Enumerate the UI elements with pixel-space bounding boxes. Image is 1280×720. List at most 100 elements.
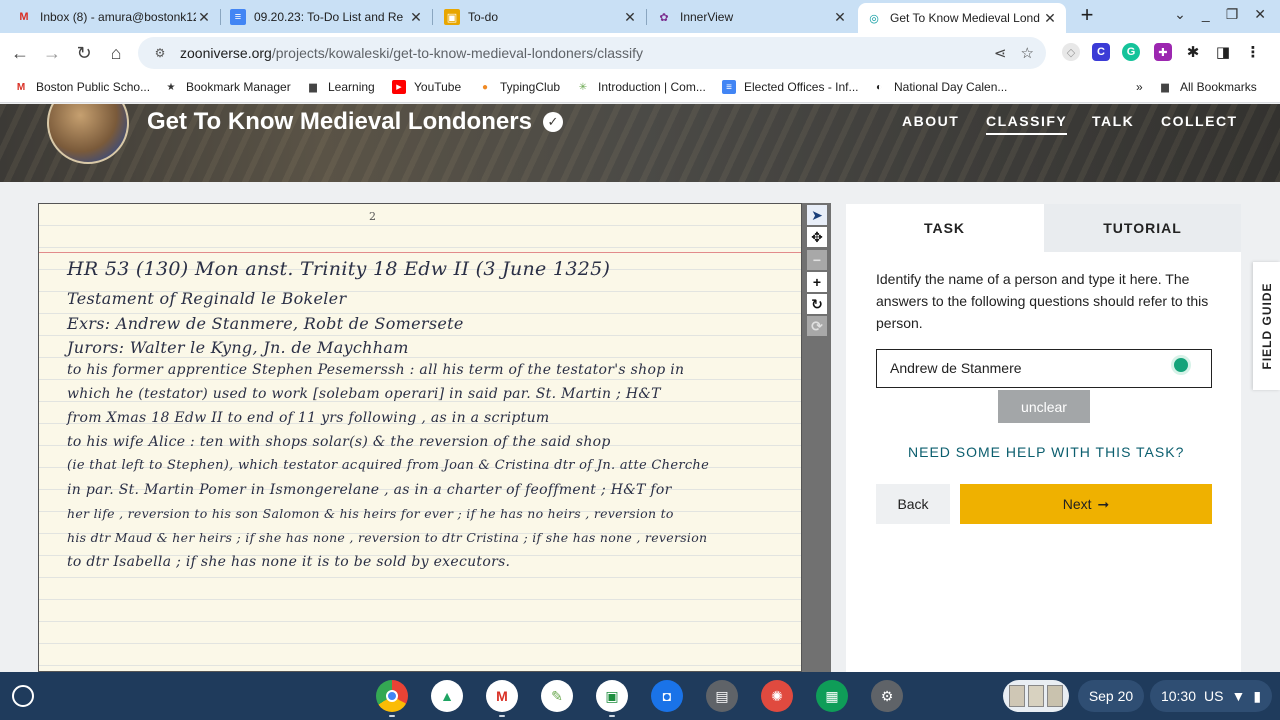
close-icon[interactable]: ✕ <box>196 9 212 25</box>
tab-search-icon[interactable]: ⌄ <box>1174 6 1186 23</box>
next-button[interactable]: Next ➞ <box>960 484 1212 524</box>
menu-icon[interactable]: ⋮ <box>1244 43 1262 61</box>
camera-icon[interactable]: ◘ <box>651 680 683 712</box>
share-icon[interactable]: ⋖ <box>994 44 1007 62</box>
tab-innerview[interactable]: ✿ InnerView ✕ <box>648 3 856 31</box>
answer-textarea[interactable]: Andrew de Stanmere <box>876 349 1212 388</box>
tab-label: 09.20.23: To-Do List and Re <box>254 10 404 24</box>
launcher-icon[interactable] <box>12 685 34 707</box>
close-icon[interactable]: ✕ <box>832 9 848 25</box>
home-icon[interactable]: ⌂ <box>104 41 128 65</box>
zoom-in-icon[interactable]: + <box>807 272 827 292</box>
holding-space-icon[interactable] <box>1003 680 1069 712</box>
extension-mx-icon[interactable]: ✚ <box>1154 43 1172 61</box>
docs-icon: ≡ <box>722 80 736 94</box>
tab-label: Get To Know Medieval Lond <box>890 11 1040 25</box>
move-icon[interactable]: ✥ <box>807 227 827 247</box>
tab-label: To-do <box>468 10 499 24</box>
project-title[interactable]: Get To Know Medieval Londoners <box>147 108 532 136</box>
bookmarks-overflow[interactable]: » <box>1136 80 1143 94</box>
tab-strip: M Inbox (8) - amura@bostonk12 ✕ ≡ 09.20.… <box>0 0 1280 33</box>
new-tab-button[interactable]: + <box>1076 4 1098 27</box>
gmail-icon[interactable]: M <box>486 680 518 712</box>
forward-arrow-icon[interactable]: → <box>40 41 64 65</box>
nav-classify[interactable]: CLASSIFY <box>986 113 1068 135</box>
bookmark-elected-offices[interactable]: ≡ Elected Offices - Inf... <box>722 80 859 94</box>
status-tray[interactable]: 10:30 US ▼ ▮ <box>1150 680 1272 712</box>
close-icon[interactable]: ✕ <box>1042 10 1058 26</box>
tab-gmail[interactable]: M Inbox (8) - amura@bostonk12 ✕ <box>8 3 221 31</box>
subject-image[interactable]: 2 HR 53 (130) Mon anst. Trinity 18 Edw I… <box>38 203 802 672</box>
reset-icon[interactable]: ⟳ <box>807 316 827 336</box>
zoom-out-icon[interactable]: − <box>807 250 827 270</box>
docs-icon: ≡ <box>230 9 246 25</box>
classroom-icon[interactable]: ▣ <box>596 680 628 712</box>
transcript-line: Exrs: Andrew de Stanmere, Robt de Somers… <box>67 314 464 333</box>
task-tabs: TASK TUTORIAL <box>846 204 1241 252</box>
chrome-icon[interactable] <box>376 680 408 712</box>
back-button[interactable]: Back <box>876 484 950 524</box>
folder-icon: ▆ <box>1161 81 1169 93</box>
palette-icon[interactable]: ✺ <box>761 680 793 712</box>
close-window-icon[interactable]: ✕ <box>1254 6 1266 23</box>
help-link[interactable]: NEED SOME HELP WITH THIS TASK? <box>908 444 1184 460</box>
transcript-line: to his former apprentice Stephen Pesemer… <box>67 362 685 378</box>
address-bar[interactable]: ⚙ zooniverse.org/projects/kowaleski/get-… <box>138 37 1046 69</box>
site-info-icon[interactable]: ⚙ <box>152 45 168 61</box>
field-guide-tab[interactable]: FIELD GUIDE <box>1253 262 1280 390</box>
bookmark-boston-public-schools[interactable]: M Boston Public Scho... <box>14 80 150 94</box>
side-panel-icon[interactable]: ◨ <box>1214 43 1232 61</box>
pointer-icon[interactable]: ➤ <box>807 205 827 225</box>
transcript-line: her life , reversion to his son Salomon … <box>67 506 674 521</box>
unclear-button[interactable]: unclear <box>998 390 1090 423</box>
bookmark-youtube[interactable]: ▶ YouTube <box>392 80 461 94</box>
nav-collect[interactable]: COLLECT <box>1161 113 1238 129</box>
transcript-line: in par. St. Martin Pomer in Ismongerelan… <box>67 482 672 498</box>
bookmark-manager[interactable]: ★ Bookmark Manager <box>164 80 291 94</box>
gmail-icon: M <box>19 11 29 23</box>
innerview-icon: ✿ <box>659 11 669 24</box>
folder-icon: ▆ <box>309 81 317 93</box>
close-icon[interactable]: ✕ <box>622 9 638 25</box>
tab-todo[interactable]: ▣ To-do ✕ <box>436 3 647 31</box>
kami-icon[interactable]: ✎ <box>541 680 573 712</box>
task-instruction: Identify the name of a person and type i… <box>876 271 1209 331</box>
back-arrow-icon[interactable]: ← <box>8 41 32 65</box>
typingclub-icon: ● <box>481 81 489 93</box>
shield-extension-icon[interactable]: ◇ <box>1062 43 1080 61</box>
zooniverse-icon: ◎ <box>869 12 879 25</box>
tab-task[interactable]: TASK <box>846 204 1043 252</box>
extension-c-icon[interactable]: C <box>1092 43 1110 61</box>
bookmark-national-day-calendar[interactable]: ◐ National Day Calen... <box>872 80 1007 94</box>
transcript-line: from Xmas 18 Edw II to end of 11 yrs fol… <box>67 410 550 426</box>
clock-time: 10:30 <box>1160 688 1196 704</box>
reload-icon[interactable]: ↻ <box>72 41 96 65</box>
grammarly-icon[interactable]: G <box>1122 43 1140 61</box>
bookmark-all-bookmarks[interactable]: ▆ All Bookmarks <box>1158 80 1257 94</box>
forms-icon[interactable]: ▦ <box>816 680 848 712</box>
rotate-icon[interactable]: ↻ <box>807 294 827 314</box>
maximize-icon[interactable]: ❐ <box>1226 6 1239 23</box>
bookmarks-bar: M Boston Public Scho... ★ Bookmark Manag… <box>0 73 1280 103</box>
bookmark-star-icon[interactable]: ☆ <box>1021 44 1034 62</box>
os-shelf: ▲ M ✎ ▣ ◘ ▤ ✺ ▦ ⚙ Sep 20 10:30 US ▼ ▮ <box>0 672 1280 720</box>
nav-talk[interactable]: TALK <box>1092 113 1134 129</box>
tab-zooniverse[interactable]: ◎ Get To Know Medieval Lond ✕ <box>858 3 1066 33</box>
date-tray[interactable]: Sep 20 <box>1078 680 1144 712</box>
print-icon[interactable]: ▤ <box>706 680 738 712</box>
nav-about[interactable]: ABOUT <box>902 113 959 129</box>
grammarly-icon[interactable] <box>1171 355 1191 375</box>
bookmark-typingclub[interactable]: ● TypingClub <box>478 80 560 94</box>
tab-label: Inbox (8) - amura@bostonk12 <box>40 10 196 24</box>
settings-icon[interactable]: ⚙ <box>871 680 903 712</box>
extensions-puzzle-icon[interactable]: ✱ <box>1184 43 1202 61</box>
bookmark-introduction[interactable]: ✳ Introduction | Com... <box>576 80 706 94</box>
bookmark-learning[interactable]: ▆ Learning <box>306 80 375 94</box>
tab-todo-doc[interactable]: ≡ 09.20.23: To-Do List and Re ✕ <box>222 3 433 31</box>
close-icon[interactable]: ✕ <box>408 9 424 25</box>
minimize-icon[interactable]: _ <box>1202 6 1210 23</box>
window-controls: ⌄ _ ❐ ✕ <box>1174 6 1266 23</box>
drive-icon[interactable]: ▲ <box>431 680 463 712</box>
tab-tutorial[interactable]: TUTORIAL <box>1044 204 1241 252</box>
star-icon: ★ <box>166 81 176 93</box>
